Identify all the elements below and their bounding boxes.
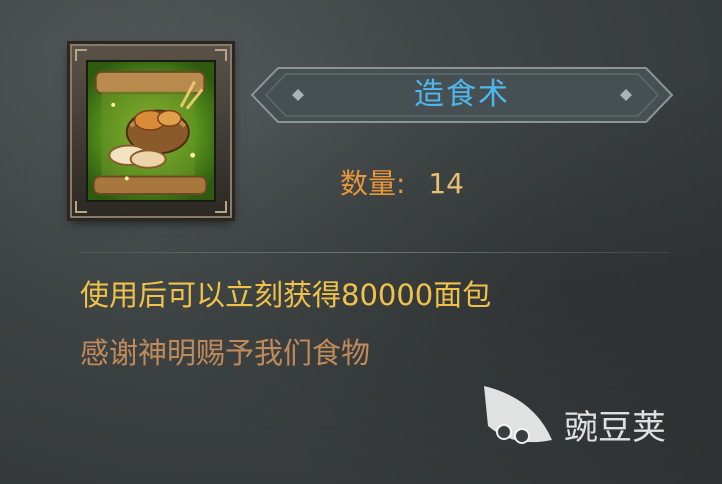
bread-basket-scroll-icon [92, 70, 208, 195]
watermark-text: 豌豆荚 [564, 408, 666, 448]
quantity-row: 数量: 14 [340, 164, 464, 204]
frame-corner [215, 201, 227, 213]
watermark: 豌豆荚 [474, 378, 704, 458]
frame-corner [75, 201, 87, 213]
divider [78, 252, 670, 253]
item-icon-background [86, 60, 216, 202]
item-effect-text: 使用后可以立刻获得80000面包 [80, 278, 492, 312]
frame-corner [215, 49, 227, 61]
item-flavor-text: 感谢神明赐予我们食物 [80, 336, 371, 370]
quantity-value: 14 [428, 167, 464, 200]
item-icon-frame [70, 44, 232, 218]
title-banner: 造食术 [248, 64, 676, 126]
pea-pod-logo-icon [484, 386, 552, 444]
item-title: 造食术 [414, 77, 510, 112]
quantity-label: 数量: [340, 167, 406, 200]
